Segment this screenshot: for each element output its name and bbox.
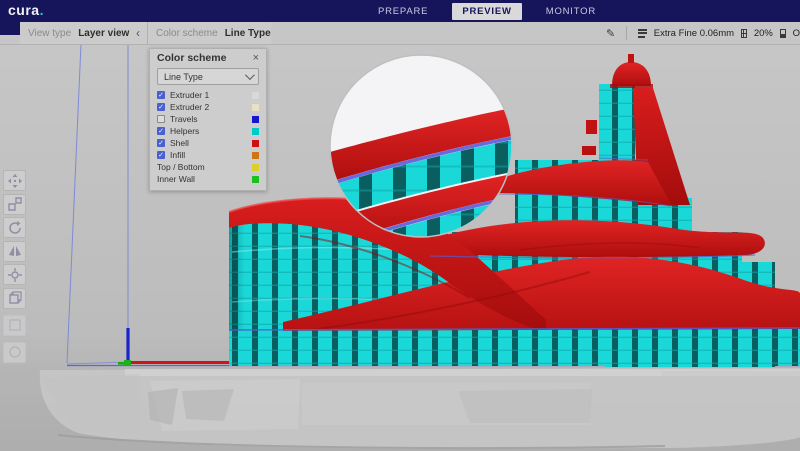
color-swatch [252, 104, 259, 111]
line-type-select[interactable]: Line Type [157, 68, 259, 85]
edit-settings-icon[interactable]: ✎ [606, 27, 615, 40]
legend-rows: ✓ Extruder 1 ✓ Extruder 2 Travels ✓ Help… [150, 89, 266, 190]
cura-logo: cura. [8, 2, 44, 18]
travels-checkbox[interactable] [157, 115, 165, 123]
legend-label: Infill [170, 150, 185, 160]
panel-title: Color scheme [157, 52, 226, 64]
print-settings-summary: ✎ Extra Fine 0.06mm 20% O [606, 22, 800, 44]
extruder2-checkbox[interactable]: ✓ [157, 103, 165, 111]
extruder1-checkbox[interactable]: ✓ [157, 91, 165, 99]
infill-chip[interactable]: 20% [754, 28, 773, 39]
close-icon[interactable]: × [253, 53, 259, 63]
legend-row-travels: Travels [150, 113, 266, 125]
infill-checkbox[interactable]: ✓ [157, 151, 165, 159]
infill-icon [741, 29, 747, 38]
legend-row-top-bottom: Top / Bottom [150, 161, 266, 173]
view-type-label: View type [28, 28, 71, 39]
logo-dot-icon: . [40, 2, 44, 18]
color-swatch [252, 128, 259, 135]
scale-tool-button[interactable] [3, 194, 26, 215]
layer-height-icon [638, 27, 647, 39]
collapse-chevron-icon[interactable]: ‹ [136, 28, 147, 38]
ghost-hull [0, 366, 800, 451]
rotate-tool-button[interactable] [3, 217, 26, 238]
disabled-tool-icon [8, 318, 22, 332]
mirror-icon [8, 244, 22, 258]
tab-preview[interactable]: PREVIEW [452, 3, 521, 20]
shell-checkbox[interactable]: ✓ [157, 139, 165, 147]
tab-prepare[interactable]: PREPARE [368, 3, 438, 20]
legend-row-infill: ✓ Infill [150, 149, 266, 161]
legend-label: Extruder 2 [170, 102, 209, 112]
color-swatch [252, 152, 259, 159]
color-scheme-panel-header[interactable]: Color scheme × [150, 49, 266, 67]
disabled-tool-button [3, 315, 26, 336]
color-scheme-panel: Color scheme × Line Type ✓ Extruder 1 ✓ … [149, 48, 267, 191]
adhesion-icon [780, 29, 786, 38]
legend-label: Extruder 1 [170, 90, 209, 100]
color-scheme-label: Color scheme [156, 28, 218, 39]
disabled-tool-icon [8, 345, 22, 359]
view-toolbar: View type Layer view ‹ Color scheme Line… [0, 22, 800, 45]
legend-label: Inner Wall [157, 174, 195, 184]
viewport-3d[interactable] [0, 0, 800, 451]
legend-label: Travels [170, 114, 198, 124]
color-swatch [252, 140, 259, 147]
color-swatch [252, 116, 259, 123]
move-tool-button[interactable] [3, 170, 26, 191]
legend-row-inner-wall: Inner Wall [150, 173, 266, 185]
helpers-checkbox[interactable]: ✓ [157, 127, 165, 135]
mirror-tool-button[interactable] [3, 241, 26, 262]
stage-tabs: PREPARE PREVIEW MONITOR [368, 0, 606, 22]
tab-monitor[interactable]: MONITOR [536, 3, 606, 20]
z-axis [126, 328, 129, 363]
header-notch [0, 22, 20, 35]
color-scheme-value: Line Type [225, 28, 271, 39]
chevron-down-icon [245, 70, 255, 80]
color-swatch [252, 92, 259, 99]
color-swatch [252, 176, 259, 183]
legend-row-extruder1: ✓ Extruder 1 [150, 89, 266, 101]
view-type-dropdown[interactable]: View type Layer view ‹ [20, 22, 148, 44]
disabled-tool-button [3, 342, 26, 363]
legend-label: Top / Bottom [157, 162, 205, 172]
per-model-settings-button[interactable] [3, 264, 26, 285]
support-blocker-button[interactable] [3, 288, 26, 309]
line-type-select-value: Line Type [164, 72, 203, 82]
view-type-value: Layer view [78, 28, 129, 39]
legend-row-helpers: ✓ Helpers [150, 125, 266, 137]
profile-chip[interactable]: Extra Fine 0.06mm [654, 28, 734, 39]
legend-row-extruder2: ✓ Extruder 2 [150, 101, 266, 113]
adhesion-chip[interactable]: O [793, 28, 800, 39]
move-icon [8, 174, 22, 188]
left-tool-column [3, 170, 26, 365]
per-model-settings-icon [8, 268, 22, 282]
color-scheme-dropdown[interactable]: Color scheme Line Type [148, 22, 271, 44]
legend-label: Helpers [170, 126, 199, 136]
rotate-icon [8, 221, 22, 235]
color-swatch [252, 164, 259, 171]
support-blocker-icon [8, 291, 22, 305]
header-bar: cura. PREPARE PREVIEW MONITOR [0, 0, 800, 22]
scale-icon [8, 197, 22, 211]
legend-row-shell: ✓ Shell [150, 137, 266, 149]
legend-label: Shell [170, 138, 189, 148]
divider [626, 26, 627, 40]
